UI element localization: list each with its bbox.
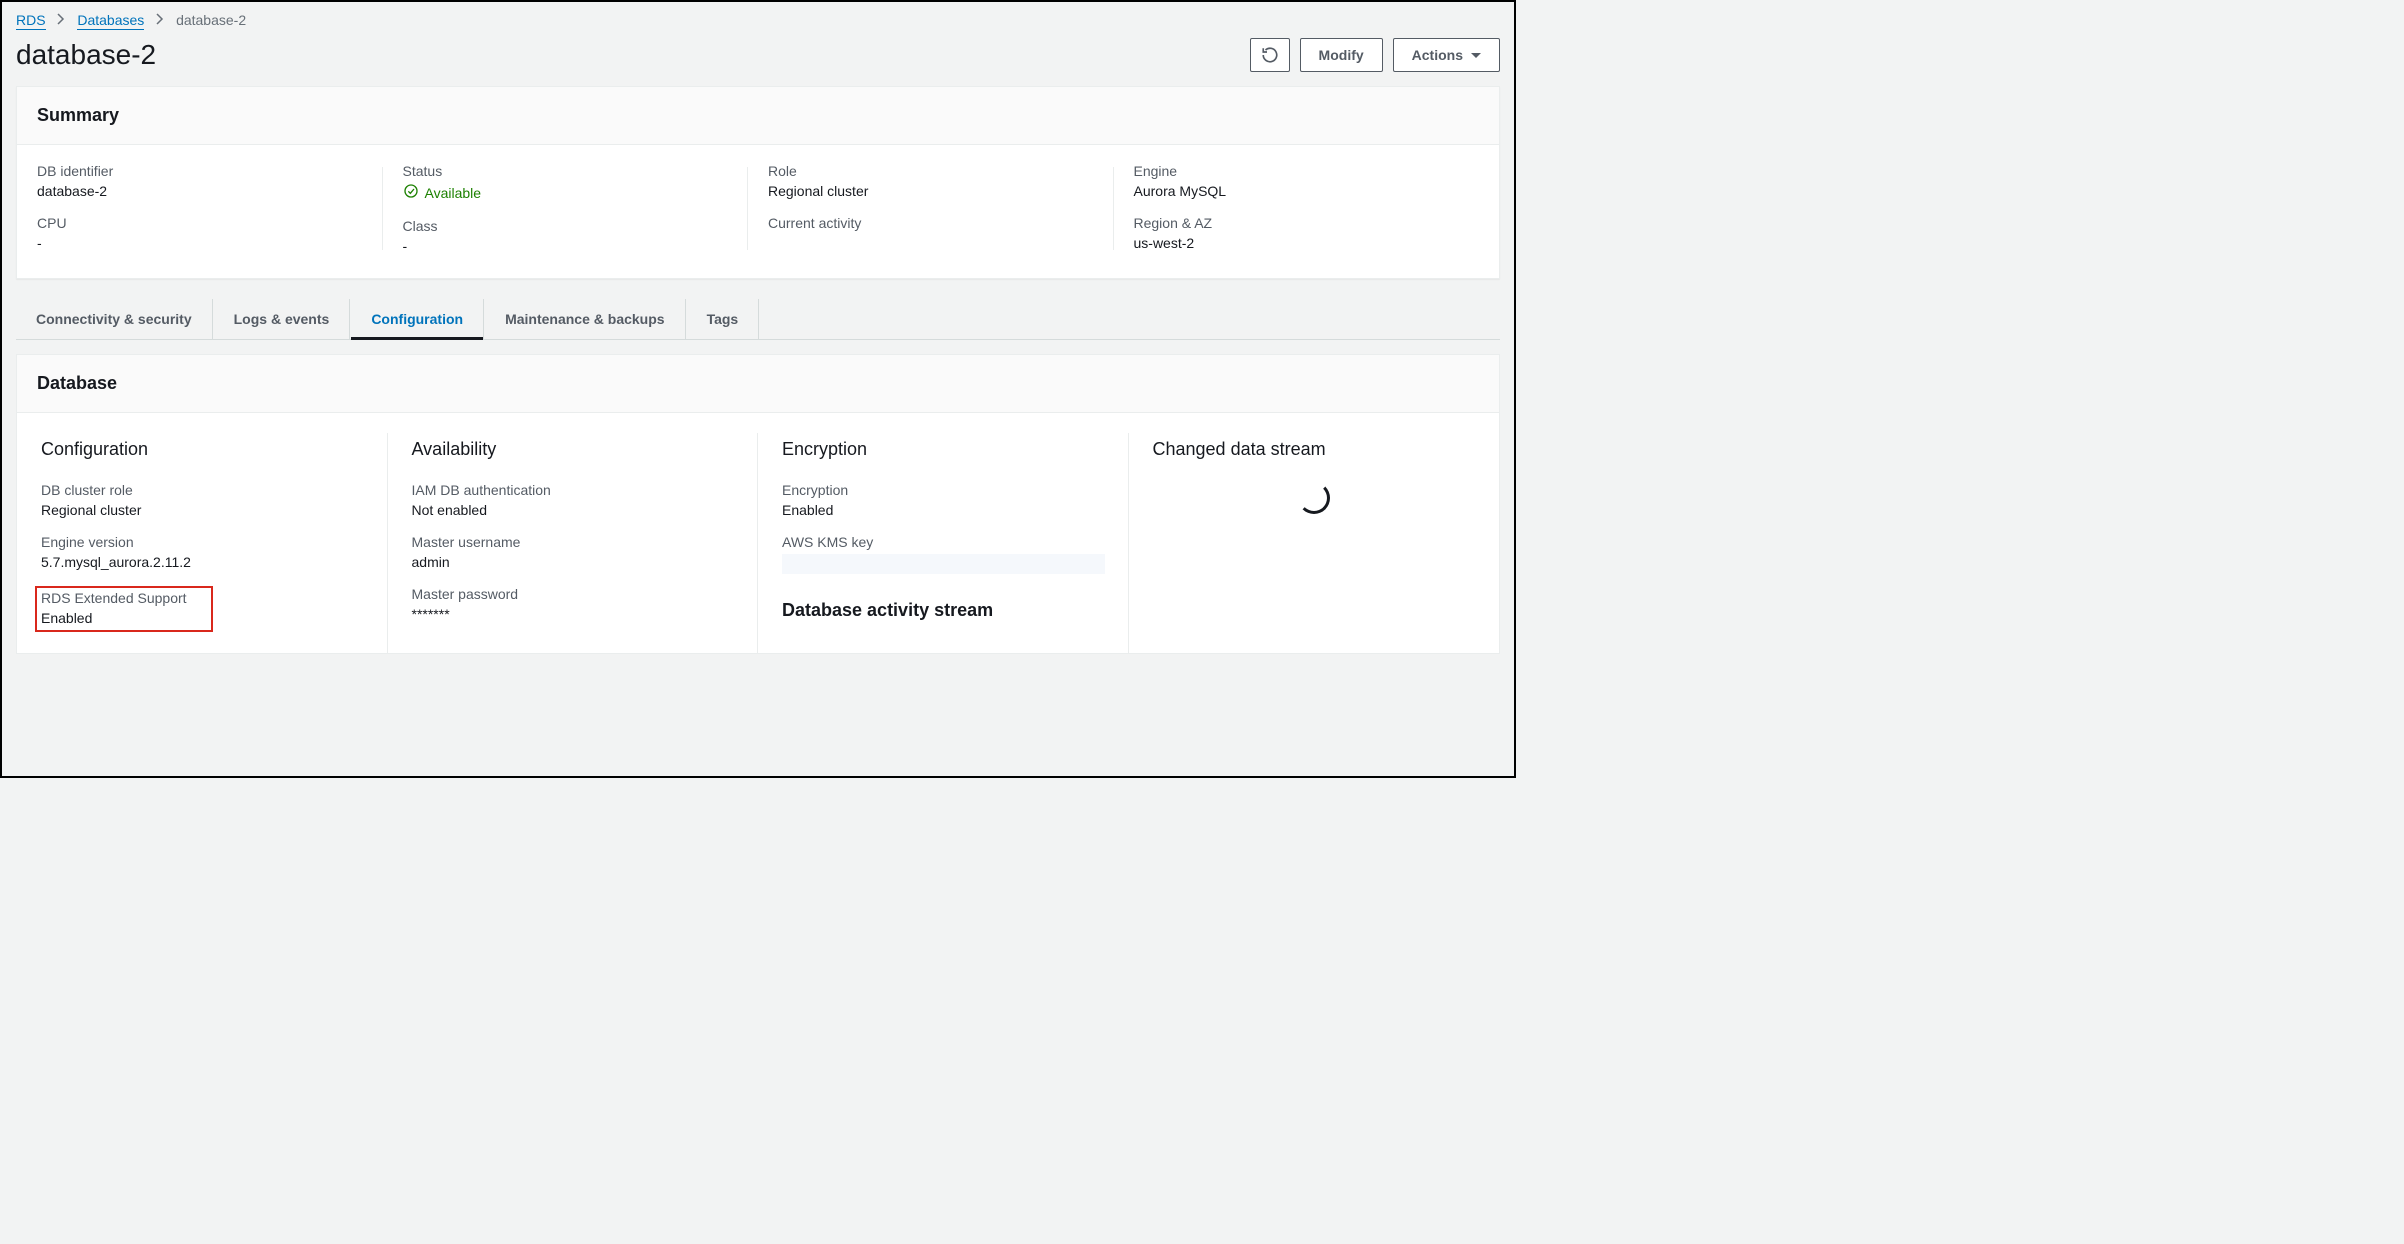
cpu-value: - xyxy=(37,235,363,251)
database-heading: Database xyxy=(37,373,1479,394)
breadcrumb-rds[interactable]: RDS xyxy=(16,12,46,30)
region-az-value: us-west-2 xyxy=(1134,235,1460,251)
breadcrumb: RDS Databases database-2 xyxy=(2,2,1514,34)
tab-maintenance-backups[interactable]: Maintenance & backups xyxy=(484,299,686,339)
tab-tags[interactable]: Tags xyxy=(686,299,760,339)
db-cluster-role-value: Regional cluster xyxy=(41,502,364,518)
engine-label: Engine xyxy=(1134,163,1460,179)
role-label: Role xyxy=(768,163,1094,179)
chevron-right-icon xyxy=(57,12,65,28)
region-az-label: Region & AZ xyxy=(1134,215,1460,231)
check-circle-icon xyxy=(403,183,419,202)
page-title: database-2 xyxy=(16,39,156,71)
class-label: Class xyxy=(403,218,729,234)
db-cluster-role-label: DB cluster role xyxy=(41,482,364,498)
database-panel: Database Configuration DB cluster role R… xyxy=(16,354,1500,654)
master-username-value: admin xyxy=(412,554,735,570)
iam-auth-value: Not enabled xyxy=(412,502,735,518)
kms-key-value xyxy=(782,554,1105,574)
extended-support-highlight: RDS Extended Support Enabled xyxy=(35,586,213,632)
status-label: Status xyxy=(403,163,729,179)
refresh-button[interactable] xyxy=(1250,38,1290,72)
chevron-right-icon xyxy=(156,12,164,28)
loading-spinner-icon xyxy=(1298,482,1330,514)
db-identifier-label: DB identifier xyxy=(37,163,363,179)
tab-logs-events[interactable]: Logs & events xyxy=(213,299,351,339)
master-username-label: Master username xyxy=(412,534,735,550)
activity-stream-heading: Database activity stream xyxy=(782,600,1105,621)
changed-data-stream-heading: Changed data stream xyxy=(1153,439,1476,460)
master-password-label: Master password xyxy=(412,586,735,602)
summary-panel: Summary DB identifier database-2 CPU - S… xyxy=(16,86,1500,279)
engine-value: Aurora MySQL xyxy=(1134,183,1460,199)
configuration-heading: Configuration xyxy=(41,439,364,460)
role-value: Regional cluster xyxy=(768,183,1094,199)
tab-configuration[interactable]: Configuration xyxy=(350,299,484,339)
tabs: Connectivity & security Logs & events Co… xyxy=(16,299,1500,340)
db-identifier-value: database-2 xyxy=(37,183,363,199)
engine-version-value: 5.7.mysql_aurora.2.11.2 xyxy=(41,554,364,570)
engine-version-label: Engine version xyxy=(41,534,364,550)
current-activity-label: Current activity xyxy=(768,215,1094,231)
extended-support-label: RDS Extended Support xyxy=(41,590,207,606)
summary-heading: Summary xyxy=(37,105,1479,126)
actions-button-label: Actions xyxy=(1412,47,1463,63)
caret-down-icon xyxy=(1471,53,1481,58)
iam-auth-label: IAM DB authentication xyxy=(412,482,735,498)
extended-support-value: Enabled xyxy=(41,610,207,626)
master-password-value: ******* xyxy=(412,606,735,622)
status-value: Available xyxy=(403,183,482,202)
tab-connectivity[interactable]: Connectivity & security xyxy=(16,299,213,339)
modify-button[interactable]: Modify xyxy=(1300,38,1383,72)
cpu-label: CPU xyxy=(37,215,363,231)
encryption-label: Encryption xyxy=(782,482,1105,498)
encryption-value: Enabled xyxy=(782,502,1105,518)
actions-button[interactable]: Actions xyxy=(1393,38,1500,72)
status-text: Available xyxy=(425,185,482,201)
breadcrumb-databases[interactable]: Databases xyxy=(77,12,144,30)
encryption-heading: Encryption xyxy=(782,439,1105,460)
class-value: - xyxy=(403,238,729,254)
modify-button-label: Modify xyxy=(1319,47,1364,63)
refresh-icon xyxy=(1261,46,1279,64)
breadcrumb-current: database-2 xyxy=(176,12,246,28)
kms-key-label: AWS KMS key xyxy=(782,534,1105,550)
availability-heading: Availability xyxy=(412,439,735,460)
